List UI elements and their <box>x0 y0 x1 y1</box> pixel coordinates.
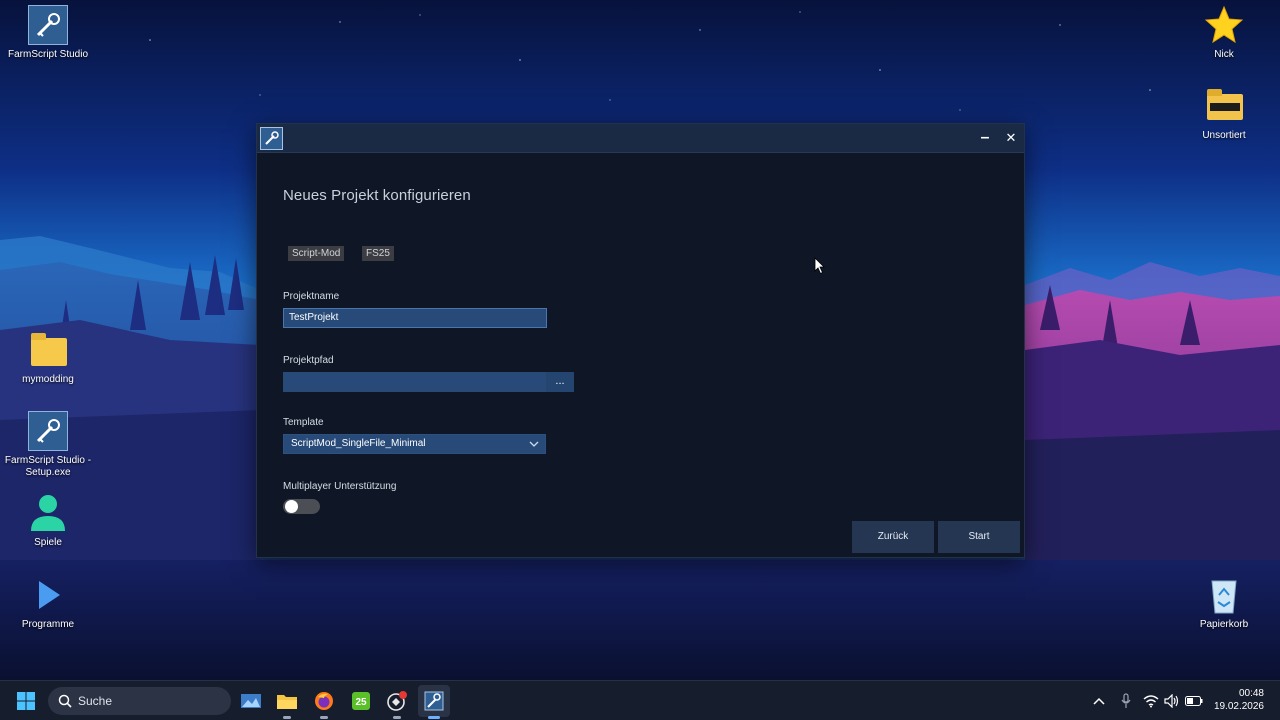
taskbar: Suche 25 00:48 19.02.2026 <box>0 680 1280 720</box>
dialog-content: Neues Projekt konfigurieren Script-Mod F… <box>283 154 1024 557</box>
close-button[interactable]: ✕ <box>999 126 1023 150</box>
farmscript-studio-icon <box>28 5 68 45</box>
clock-date: 19.02.2026 <box>1213 701 1264 712</box>
microphone-icon <box>1121 693 1131 708</box>
tag-fs25: FS25 <box>362 246 394 261</box>
windows-logo-icon <box>17 692 35 710</box>
folder-icon <box>1204 86 1244 126</box>
template-label: Template <box>283 417 324 428</box>
desktop-icon-programme[interactable]: Programme <box>0 575 96 631</box>
installer-icon <box>28 411 68 451</box>
desktop-icon-label: Programme <box>21 619 75 630</box>
system-clock[interactable]: 00:48 19.02.2026 <box>1214 687 1264 713</box>
firefox-icon <box>315 692 333 710</box>
start-button[interactable]: Start <box>938 521 1020 553</box>
taskbar-game-launcher[interactable] <box>381 685 413 719</box>
dialog-title: Neues Projekt konfigurieren <box>283 187 471 204</box>
battery-icon <box>1185 696 1203 706</box>
launcher-icon <box>387 691 407 711</box>
tag-script-mod: Script-Mod <box>288 246 345 261</box>
desktop-icon-nick[interactable]: Nick <box>1176 5 1272 61</box>
taskbar-widgets[interactable] <box>235 685 267 717</box>
play-icon <box>28 575 68 615</box>
microphone-button[interactable] <box>1117 681 1135 720</box>
mouse-cursor-icon <box>814 257 825 275</box>
taskbar-farmscript-studio[interactable] <box>418 685 450 719</box>
project-path-input[interactable] <box>283 372 546 392</box>
volume-button[interactable] <box>1163 681 1181 720</box>
desktop-icon-label: Unsortiert <box>1202 130 1246 141</box>
minimize-button[interactable]: – <box>973 126 997 150</box>
multiplayer-toggle[interactable] <box>283 499 320 514</box>
wifi-icon <box>1143 695 1159 708</box>
desktop-icon-label: mymodding <box>22 374 74 385</box>
taskbar-search[interactable]: Suche <box>48 687 231 715</box>
recycle-bin-icon <box>1204 575 1244 615</box>
desktop-icon-label: FarmScript Studio - Setup.exe <box>4 455 92 478</box>
project-name-label: Projektname <box>283 291 340 302</box>
desktop-icon-label: Papierkorb <box>1199 619 1249 630</box>
desktop-icon-label: FarmScript Studio <box>7 49 89 60</box>
project-path-label: Projektpfad <box>283 355 334 366</box>
battery-button[interactable] <box>1184 681 1204 720</box>
title-bar[interactable]: – ✕ <box>257 124 1024 153</box>
running-indicator <box>393 716 401 719</box>
folder-icon <box>277 695 297 709</box>
desktop-icon-farmscript-setup[interactable]: FarmScript Studio - Setup.exe <box>0 411 96 479</box>
folder-icon <box>28 330 68 370</box>
desktop-icon-unsortiert[interactable]: Unsortiert <box>1176 86 1272 142</box>
desktop-icon-mymodding[interactable]: mymodding <box>0 330 96 386</box>
network-button[interactable] <box>1142 681 1160 720</box>
show-hidden-icons-button[interactable] <box>1090 681 1108 720</box>
farmscript-app-icon <box>424 691 444 711</box>
multiplayer-label: Multiplayer Unterstützung <box>283 481 397 492</box>
widgets-icon <box>241 694 261 708</box>
desktop-icon-farmscript-studio[interactable]: FarmScript Studio <box>0 5 96 61</box>
project-name-input[interactable]: TestProjekt <box>283 308 547 328</box>
search-label: Suche <box>78 694 113 708</box>
taskbar-farming-simulator[interactable]: 25 <box>345 685 377 717</box>
taskbar-firefox[interactable] <box>308 685 340 719</box>
clock-time: 00:48 <box>1238 688 1264 699</box>
desktop-icon-label: Spiele <box>34 537 62 548</box>
desktop-icon-label: Nick <box>1214 49 1234 60</box>
speaker-icon <box>1164 694 1179 708</box>
farming-simulator-icon: 25 <box>352 692 370 710</box>
running-indicator <box>283 716 291 719</box>
running-indicator <box>320 716 328 719</box>
desktop-icon-papierkorb[interactable]: Papierkorb <box>1176 575 1272 631</box>
svg-text:25: 25 <box>355 697 367 708</box>
toggle-knob <box>285 500 298 513</box>
browse-path-button[interactable]: ... <box>546 372 574 392</box>
template-select[interactable]: ScriptMod_SingleFile_Minimal <box>283 434 546 454</box>
chevron-up-icon <box>1093 697 1105 705</box>
new-project-dialog: – ✕ Neues Projekt konfigurieren Script-M… <box>256 123 1025 558</box>
taskbar-file-explorer[interactable] <box>271 685 303 719</box>
desktop-icon-spiele[interactable]: Spiele <box>0 493 96 549</box>
farmscript-app-icon <box>260 127 283 150</box>
star-icon <box>1204 5 1244 45</box>
chevron-down-icon <box>529 441 539 447</box>
start-button[interactable] <box>10 685 42 717</box>
user-icon <box>28 493 68 533</box>
running-indicator <box>428 716 440 719</box>
back-button[interactable]: Zurück <box>852 521 934 553</box>
search-icon <box>58 694 72 708</box>
template-selected-value: ScriptMod_SingleFile_Minimal <box>291 438 426 449</box>
